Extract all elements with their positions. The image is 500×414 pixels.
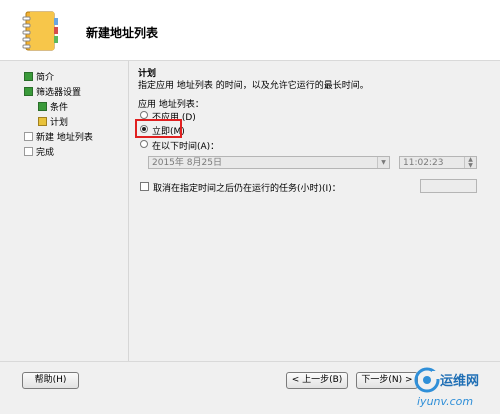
sidebar-divider [128,61,129,361]
wizard-title: 新建地址列表 [86,26,159,40]
section-description: 指定应用 地址列表 的时间，以及允许它运行的最长时间。 [138,81,369,91]
step-done-icon [24,72,33,81]
step-label: 新建 地址列表 [36,133,93,143]
footer-divider [0,361,500,362]
highlight-box [135,119,182,138]
step-filter-settings[interactable]: 筛选器设置 [24,85,81,98]
step-label: 筛选器设置 [36,88,82,98]
step-done-icon [24,87,33,96]
step-finish[interactable]: 完成 [24,145,54,158]
apply-label: 应用 地址列表： [138,100,204,110]
step-schedule[interactable]: 计划 [38,115,68,128]
step-label: 计划 [50,118,69,128]
step-pending-icon [24,132,33,141]
date-value: 2015年 8月25日 [152,158,222,168]
step-conditions[interactable]: 条件 [38,100,68,113]
back-button[interactable]: < 上一步(B) [286,372,348,389]
chevron-down-icon[interactable]: ▼ [377,157,389,168]
step-label: 简介 [36,73,55,83]
hours-input[interactable] [420,179,477,193]
time-picker[interactable]: 11:02:23 ▲ ▼ [399,156,477,169]
watermark-url: iyunv.com [417,395,474,408]
watermark-brand: 运维网 [440,374,480,389]
next-button[interactable]: 下一步(N) > [356,372,418,389]
help-button[interactable]: 帮助(H) [22,372,79,389]
address-book-icon [18,10,62,54]
radio-at-time-label: 在以下时间(A)： [152,142,220,152]
step-done-icon [38,102,47,111]
time-value: 11:02:23 [403,158,444,168]
step-intro[interactable]: 简介 [24,70,54,83]
radio-at-time[interactable] [140,140,148,148]
step-label: 条件 [50,103,69,113]
wizard-header [0,0,500,61]
spinner-icon[interactable]: ▲ ▼ [464,157,476,169]
watermark-logo-icon [413,366,441,397]
step-pending-icon [24,147,33,156]
step-current-icon [38,117,47,126]
step-label: 完成 [36,148,55,158]
cancel-task-label: 取消在指定时间之后仍在运行的任务(小时)(I)： [153,184,341,194]
wizard-steps: 简介 筛选器设置 条件 计划 新建 地址列表 完成 [0,61,128,361]
step-new-address-list[interactable]: 新建 地址列表 [24,130,93,143]
radio-do-not-apply[interactable] [140,111,148,119]
cancel-task-checkbox[interactable] [140,182,149,191]
date-picker[interactable]: 2015年 8月25日 ▼ [148,156,390,169]
